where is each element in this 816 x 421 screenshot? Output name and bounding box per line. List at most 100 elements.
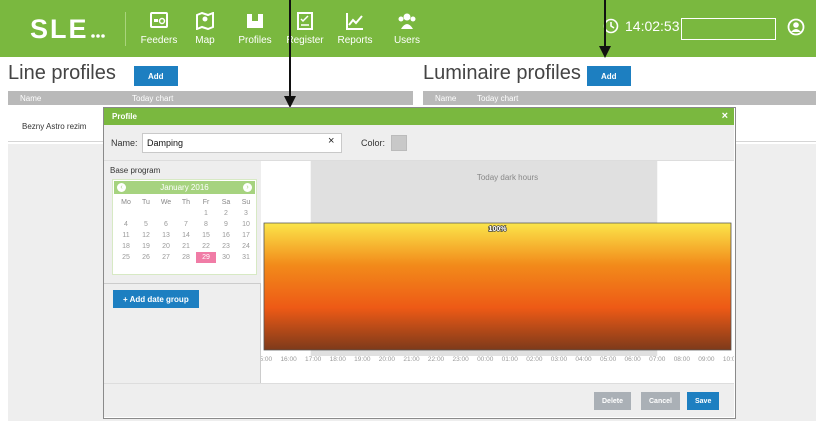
svg-text:SLE: SLE xyxy=(30,16,89,42)
calendar-day[interactable]: 23 xyxy=(216,241,236,252)
top-navigation-bar: SLE Feeders Map Profiles Register Report… xyxy=(0,0,816,57)
column-name[interactable]: Name xyxy=(20,94,41,103)
calendar-prev-icon[interactable]: ‹ xyxy=(117,183,126,192)
calendar-day[interactable]: 1 xyxy=(196,208,216,219)
calendar-month: January 2016 xyxy=(160,183,209,192)
sle-logo[interactable]: SLE xyxy=(30,16,108,42)
sle-logo-icon: SLE xyxy=(30,16,105,42)
calendar-day xyxy=(156,208,176,219)
today-chart-area: Today dark hours 100% 15:00 16:00 17:00 18:00… xyxy=(256,161,740,383)
calendar-day[interactable]: 31 xyxy=(236,252,256,263)
map-icon xyxy=(182,12,228,32)
calendar-day[interactable]: 3 xyxy=(236,208,256,219)
nav-item-profiles[interactable]: Profiles xyxy=(232,12,278,48)
calendar-day[interactable]: 12 xyxy=(136,230,156,241)
calendar-day[interactable]: 11 xyxy=(116,230,136,241)
feeders-icon xyxy=(136,12,182,32)
user-account-icon[interactable] xyxy=(787,18,805,41)
profile-form: Name: × Color: xyxy=(104,125,734,161)
save-button[interactable]: Save xyxy=(687,392,720,410)
profile-dialog: Profile × Name: × Color: Base program ‹ … xyxy=(103,107,740,419)
calendar-day[interactable]: 29 xyxy=(196,252,216,263)
dialog-title: Profile xyxy=(112,112,137,121)
calendar-day[interactable]: 13 xyxy=(156,230,176,241)
x-tick-label: 04:00 xyxy=(575,356,592,363)
calendar-day[interactable]: 19 xyxy=(136,241,156,252)
annotation-arrow-head xyxy=(599,46,611,58)
calendar-day[interactable]: 16 xyxy=(216,230,236,241)
calendar-day[interactable]: 7 xyxy=(176,219,196,230)
clear-name-icon[interactable]: × xyxy=(328,136,334,147)
annotation-arrow-line xyxy=(289,0,291,97)
cancel-button[interactable]: Cancel xyxy=(641,392,680,410)
calendar-day[interactable]: 15 xyxy=(196,230,216,241)
calendar-day[interactable]: 25 xyxy=(116,252,136,263)
nav-item-feeders[interactable]: Feeders xyxy=(136,12,182,48)
luminaire-profiles-add-button[interactable]: Add xyxy=(587,66,631,86)
calendar-day[interactable]: 6 xyxy=(156,219,176,230)
table-row[interactable]: Bezny Astro rezim xyxy=(22,122,86,131)
nav-item-users[interactable]: Users xyxy=(384,12,430,48)
calendar-weekday: Th xyxy=(181,199,191,206)
calendar-day[interactable]: 20 xyxy=(156,241,176,252)
clock: 14:02:53 xyxy=(603,18,680,34)
column-today-chart[interactable]: Today chart xyxy=(132,94,173,103)
users-icon xyxy=(384,12,430,32)
base-program-label: Base program xyxy=(110,166,161,175)
x-tick-label: 06:00 xyxy=(625,356,642,363)
close-icon[interactable]: × xyxy=(722,111,728,122)
top-search-input[interactable] xyxy=(681,18,776,40)
calendar-day[interactable]: 9 xyxy=(216,219,236,230)
nav-separator xyxy=(125,12,126,46)
x-tick-label: 17:00 xyxy=(305,356,322,363)
annotation-arrow-line xyxy=(604,0,606,47)
add-date-group-button[interactable]: + Add date group xyxy=(113,290,199,308)
calendar-day[interactable]: 24 xyxy=(236,241,256,252)
calendar-day[interactable]: 17 xyxy=(236,230,256,241)
row-divider xyxy=(736,141,816,142)
nav-label-reports: Reports xyxy=(337,35,373,46)
calendar-day[interactable]: 8 xyxy=(196,219,216,230)
calendar-next-icon[interactable]: › xyxy=(243,183,252,192)
column-today-chart[interactable]: Today chart xyxy=(477,94,518,103)
profiles-icon xyxy=(232,12,278,32)
x-tick-label: 15:00 xyxy=(261,356,273,363)
calendar-header: ‹ January 2016 › xyxy=(114,181,255,194)
color-picker-swatch[interactable] xyxy=(391,135,407,151)
x-tick-label: 00:00 xyxy=(477,356,494,363)
calendar-day[interactable]: 14 xyxy=(176,230,196,241)
calendar-day[interactable]: 22 xyxy=(196,241,216,252)
calendar-day xyxy=(116,208,136,219)
x-tick-label: 09:00 xyxy=(698,356,715,363)
line-profiles-add-button[interactable]: Add xyxy=(134,66,178,86)
nav-item-reports[interactable]: Reports xyxy=(332,12,378,48)
x-tick-label: 19:00 xyxy=(354,356,371,363)
delete-button[interactable]: Delete xyxy=(594,392,632,410)
x-tick-label: 10:00 xyxy=(723,356,734,363)
calendar-day xyxy=(176,208,196,219)
nav-item-map[interactable]: Map xyxy=(182,12,228,48)
calendar-day[interactable]: 5 xyxy=(136,219,156,230)
calendar-day[interactable]: 10 xyxy=(236,219,256,230)
dialog-header: Profile × xyxy=(104,108,734,125)
color-label: Color: xyxy=(361,138,386,148)
profile-name-input[interactable] xyxy=(142,133,342,153)
calendar-day[interactable]: 21 xyxy=(176,241,196,252)
x-tick-label: 22:00 xyxy=(428,356,445,363)
calendar-day[interactable]: 27 xyxy=(156,252,176,263)
column-name[interactable]: Name xyxy=(435,94,456,103)
x-tick-label: 21:00 xyxy=(403,356,420,363)
calendar-day[interactable]: 26 xyxy=(136,252,156,263)
luminaire-profiles-title: Luminaire profiles xyxy=(423,62,581,84)
calendar-day[interactable]: 28 xyxy=(176,252,196,263)
x-tick-label: 18:00 xyxy=(330,356,347,363)
calendar-day[interactable]: 30 xyxy=(216,252,236,263)
calendar-day[interactable]: 2 xyxy=(216,208,236,219)
nav-label-feeders: Feeders xyxy=(140,35,178,46)
calendar-day[interactable]: 18 xyxy=(116,241,136,252)
series-area xyxy=(263,222,732,351)
x-tick-label: 23:00 xyxy=(452,356,469,363)
calendar-day[interactable]: 4 xyxy=(116,219,136,230)
calendar-day xyxy=(136,208,156,219)
calendar-weekday: Fr xyxy=(202,199,210,206)
